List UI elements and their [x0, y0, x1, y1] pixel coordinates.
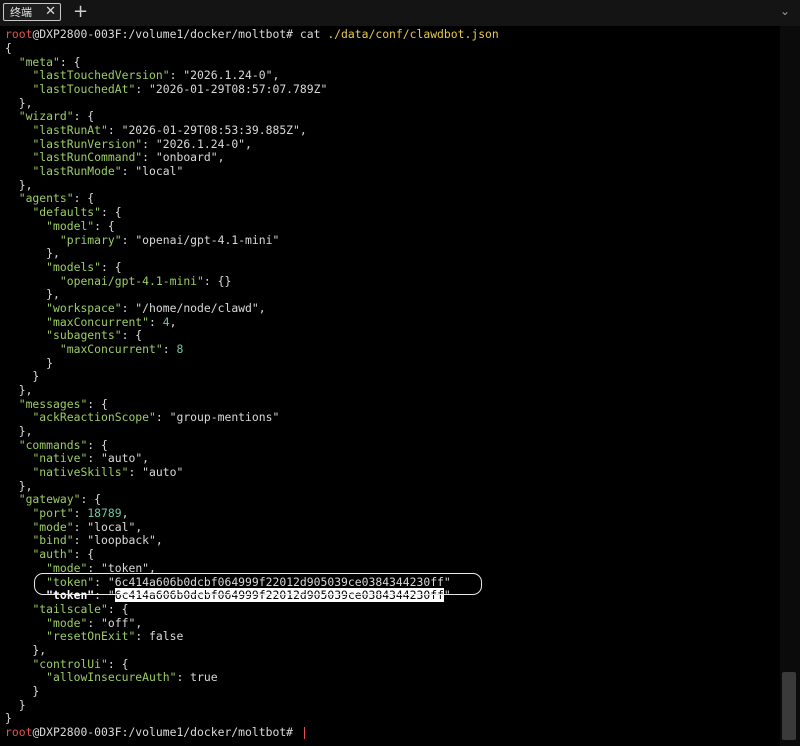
scrollbar-thumb[interactable]	[782, 672, 796, 740]
json-line: },	[5, 246, 60, 261]
json-line: "allowInsecureAuth": true	[46, 670, 218, 685]
json-line: "wizard": {	[18, 109, 95, 124]
json-line: },	[5, 177, 33, 192]
json-line: },	[5, 287, 60, 302]
json-line: "maxConcurrent": 4,	[46, 314, 177, 329]
json-line: "lastTouchedAt": "2026-01-29T08:57:07.78…	[32, 82, 328, 97]
json-line: },	[5, 424, 33, 439]
json-line: },	[5, 95, 33, 110]
close-icon[interactable]: ✕	[45, 4, 56, 20]
json-line: }	[5, 369, 40, 384]
prompt-host-path: @DXP2800-003F:/volume1/docker/moltbot#	[32, 725, 300, 739]
prompt-line[interactable]: root@DXP2800-003F:/volume1/docker/moltbo…	[5, 725, 305, 739]
json-line: "messages": {	[18, 396, 108, 411]
json-line: },	[5, 383, 33, 397]
json-line: }	[5, 355, 54, 370]
json-line: "commands": {	[18, 437, 108, 452]
tab-bar: 终端 ✕ + ⌄	[0, 0, 800, 26]
json-line: {	[5, 41, 12, 55]
json-line: "bind": "loopback",	[32, 533, 163, 548]
command-argument: ./data/conf/clawdbot.json	[327, 27, 499, 41]
command-text: cat	[299, 27, 328, 41]
json-line: "nativeSkills": "auto"	[32, 465, 184, 480]
json-line: },	[5, 478, 33, 493]
json-line: "maxConcurrent": 8	[59, 341, 184, 356]
json-line: "tailscale": {	[32, 601, 129, 616]
json-line: "mode": "local",	[32, 519, 143, 534]
json-line: "ackReactionScope": "group-mentions"	[32, 410, 280, 425]
json-line: "gateway": {	[18, 492, 102, 507]
command-line: root@DXP2800-003F:/volume1/docker/moltbo…	[5, 27, 499, 41]
json-line: "controlUi": {	[32, 656, 129, 671]
json-line: "mode": "off",	[46, 615, 143, 630]
prompt-user: root	[5, 725, 33, 739]
json-line: "models": {	[46, 259, 122, 274]
json-line: "agents": {	[18, 191, 95, 206]
json-line: "lastRunAt": "2026-01-29T08:53:39.885Z",	[32, 123, 307, 138]
tab-terminal[interactable]: 终端 ✕	[3, 3, 61, 21]
json-line: "resetOnExit": false	[46, 629, 184, 644]
json-line: "lastRunMode": "local"	[32, 164, 184, 179]
json-line: "model": {	[46, 218, 115, 233]
json-line: "workspace": "/home/node/clawd",	[46, 300, 266, 315]
scrollbar-track[interactable]	[780, 26, 800, 746]
json-line: "auth": {	[32, 547, 95, 562]
text-cursor	[303, 726, 305, 739]
json-line: "lastRunVersion": "2026.1.24-0",	[32, 136, 252, 151]
json-line: "defaults": {	[32, 205, 122, 220]
json-line: }	[5, 697, 26, 712]
json-line: "openai/gpt-4.1-mini": {}	[59, 273, 232, 288]
prompt-host-path: @DXP2800-003F:/volume1/docker/moltbot#	[32, 27, 300, 41]
json-line: "meta": {	[18, 54, 81, 69]
json-line: "lastTouchedVersion": "2026.1.24-0",	[32, 68, 280, 83]
json-line: "lastRunCommand": "onboard",	[32, 150, 225, 165]
json-line: "port": 18789,	[32, 506, 129, 521]
json-line: "native": "auto",	[32, 451, 150, 466]
chevron-down-icon[interactable]: ⌄	[780, 3, 790, 19]
add-tab-icon[interactable]: +	[73, 1, 88, 23]
json-line: "subagents": {	[46, 328, 143, 343]
json-line: "primary": "openai/gpt-4.1-mini"	[59, 232, 280, 247]
json-line: }	[5, 711, 12, 726]
terminal-output[interactable]: root@DXP2800-003F:/volume1/docker/moltbo…	[0, 26, 780, 746]
json-line: }	[5, 683, 40, 698]
token-highlight-annotation	[34, 573, 482, 595]
tab-label: 终端	[10, 6, 32, 19]
prompt-user: root	[5, 27, 33, 41]
json-line: },	[5, 642, 47, 657]
